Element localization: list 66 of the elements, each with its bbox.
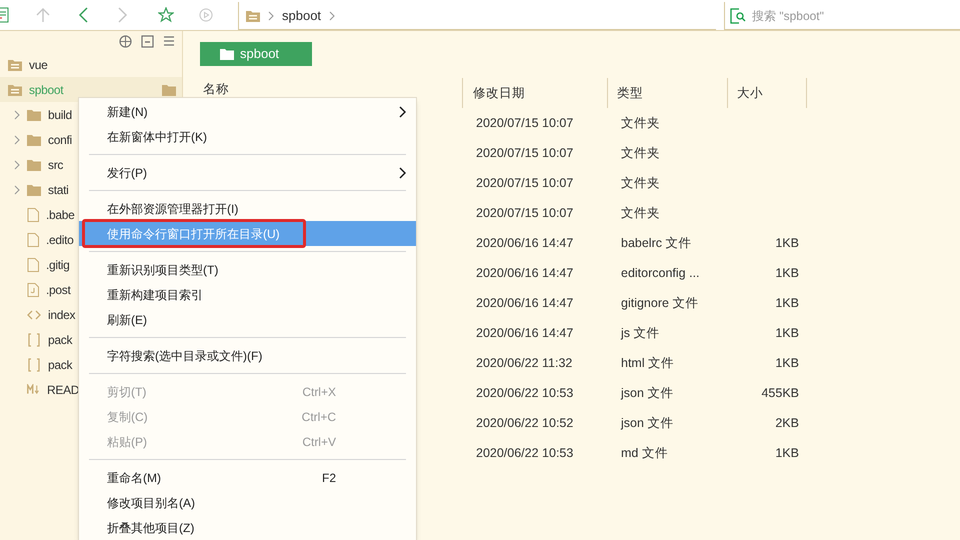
table-cell-text: 2020/07/15 10:07 — [476, 174, 574, 192]
table-cell-text: 2020/06/16 14:47 — [476, 324, 574, 342]
table-cell-text: 455KB — [760, 384, 799, 402]
tree-item-label: pack — [48, 356, 72, 374]
table-cell-text: 2020/06/16 14:47 — [476, 294, 574, 312]
table-cell-text: 文件夹 — [621, 174, 661, 192]
table-cell-text: editorconfig ... — [621, 264, 701, 282]
table-cell-text: 1KB — [774, 324, 799, 342]
table-cell-text: babelrc 文件 — [621, 234, 692, 252]
table-cell-text: 2020/06/22 10:53 — [476, 384, 574, 402]
tree-item-label: .gitig — [46, 256, 70, 274]
menu-item-label: 在外部资源管理器打开(I) — [107, 200, 238, 218]
menu-item-label: 粘贴(P) — [107, 434, 147, 450]
tree-item-label: .babe — [46, 206, 75, 224]
tree-item-label: pack — [48, 332, 72, 348]
menu-item-label: 字符搜索(选中目录或文件)(F) — [107, 348, 262, 364]
table-cell-text: 2020/07/15 10:07 — [476, 204, 574, 222]
menu-item-label: 剪切(T) — [107, 384, 146, 400]
table-cell-text: 文件夹 — [621, 144, 661, 162]
menu-item-label: 重新构建项目索引 — [107, 286, 203, 304]
shortcut-label: F2 — [322, 470, 336, 486]
menu-item-label: 刷新(E) — [107, 312, 147, 328]
tree-item-label: .post — [46, 282, 71, 298]
menu-item-label: 重新识别项目类型(T) — [107, 262, 218, 278]
table-cell-text: 1KB — [774, 264, 799, 282]
table-cell-text: 2020/06/16 14:47 — [476, 264, 574, 282]
menu-item-label: 重命名(M) — [107, 470, 161, 486]
table-cell-text: 2020/06/16 14:47 — [476, 234, 574, 252]
table-cell-text: 2020/06/22 10:52 — [476, 414, 574, 432]
table-cell-text: 文件夹 — [621, 204, 661, 222]
menu-item-label: 发行(P) — [107, 164, 147, 182]
table-cell-text: 1KB — [774, 234, 799, 252]
table-cell-text: 1KB — [774, 294, 799, 312]
table-cell-text: 1KB — [774, 354, 799, 372]
tree-item-label: stati — [48, 182, 69, 198]
shortcut-label: Ctrl+C — [302, 408, 336, 426]
table-cell-text: 1KB — [774, 444, 799, 462]
tree-item-label: vue — [29, 56, 48, 74]
table-cell-text: 2020/07/15 10:07 — [476, 114, 574, 132]
table-cell-text: json 文件 — [621, 384, 674, 402]
table-cell-text: html 文件 — [621, 354, 676, 372]
menu-item-label: 折叠其他项目(Z) — [107, 520, 194, 536]
menu-item-label: 使用命令行窗口打开所在目录(U) — [107, 226, 280, 242]
tree-item-label: confi — [48, 132, 72, 148]
tree-item-label: build — [48, 106, 72, 124]
menu-item-label: 修改项目别名(A) — [107, 494, 195, 512]
table-cell-text: 2KB — [774, 414, 799, 432]
tree-item-label: src — [48, 156, 64, 174]
table-cell-text: md 文件 — [621, 444, 669, 462]
table-cell-text: gitignore 文件 — [621, 294, 700, 312]
tree-item-label: .edito — [46, 232, 74, 248]
folder-title-label: spboot — [240, 45, 280, 64]
menu-item-label: 在新窗体中打开(K) — [107, 128, 207, 146]
tree-item-label: READ — [47, 382, 80, 398]
menu-item-label: 复制(C) — [107, 408, 148, 426]
table-cell-text: 2020/07/15 10:07 — [476, 144, 574, 162]
table-cell-text: js 文件 — [621, 324, 660, 342]
tree-item-label: spboot — [29, 82, 64, 98]
shortcut-label: Ctrl+V — [302, 434, 336, 450]
shortcut-label: Ctrl+X — [302, 384, 336, 400]
table-cell-text: 文件夹 — [621, 114, 661, 132]
tree-item-label: index — [48, 306, 76, 324]
table-cell-text: json 文件 — [621, 414, 674, 432]
table-cell-text: 2020/06/22 10:53 — [476, 444, 574, 462]
menu-item-label: 新建(N) — [107, 104, 148, 120]
table-cell-text: 2020/06/22 11:32 — [476, 354, 574, 372]
